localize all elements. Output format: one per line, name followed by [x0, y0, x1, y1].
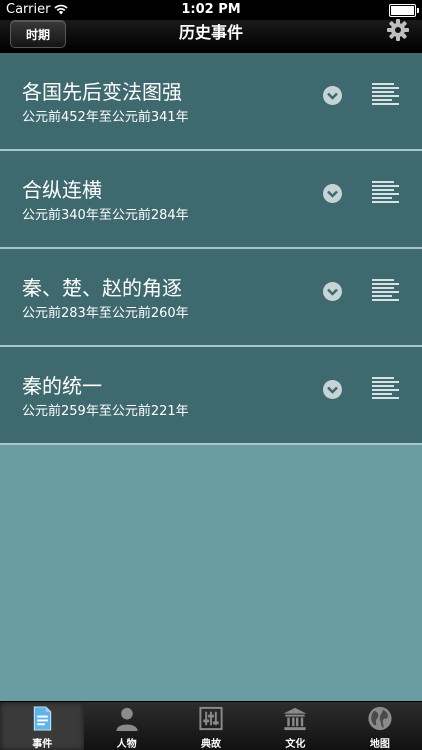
detail-lines-icon[interactable]: [372, 83, 399, 105]
gear-icon[interactable]: [386, 18, 410, 42]
chevron-down-icon[interactable]: [323, 380, 342, 399]
event-date: 公元前283年至公元前260年: [22, 306, 189, 321]
globe-icon: [368, 706, 392, 731]
chevron-down-icon[interactable]: [323, 282, 342, 301]
chevron-down-icon[interactable]: [323, 86, 342, 105]
event-title: 秦的统一: [22, 374, 102, 398]
temple-icon: [283, 707, 307, 731]
tab-allusions[interactable]: 典故: [169, 702, 253, 750]
tab-label: 文化: [285, 739, 306, 750]
tab-events[interactable]: 事件: [0, 702, 85, 750]
tab-label: 人物: [116, 739, 137, 750]
equalizer-icon: [199, 706, 223, 731]
event-title: 合纵连横: [22, 178, 102, 202]
chevron-down-icon[interactable]: [323, 184, 342, 203]
document-icon: [34, 706, 52, 731]
navigation-bar: 时期 历史事件: [0, 18, 422, 53]
clock: 1:02 PM: [181, 2, 241, 17]
tab-label: 事件: [32, 739, 53, 750]
event-date: 公元前340年至公元前284年: [22, 208, 189, 223]
detail-lines-icon[interactable]: [372, 377, 399, 399]
tab-map[interactable]: 地图: [338, 702, 422, 750]
event-title: 各国先后变法图强: [22, 80, 182, 104]
event-title: 秦、楚、赵的角逐: [22, 276, 182, 300]
battery-icon: [389, 4, 419, 17]
event-date: 公元前259年至公元前221年: [22, 404, 189, 419]
detail-lines-icon[interactable]: [372, 181, 399, 203]
tab-bar: 事件 人物 典故 文化 地图: [0, 701, 422, 750]
event-row[interactable]: 合纵连横 公元前340年至公元前284年: [0, 151, 422, 249]
tab-culture[interactable]: 文化: [253, 702, 337, 750]
event-row[interactable]: 秦、楚、赵的角逐 公元前283年至公元前260年: [0, 249, 422, 347]
event-row[interactable]: 各国先后变法图强 公元前452年至公元前341年: [0, 53, 422, 151]
page-title: 历史事件: [178, 23, 243, 42]
tab-people[interactable]: 人物: [84, 702, 168, 750]
status-bar: Carrier 1:02 PM: [0, 0, 422, 20]
tab-label: 地图: [369, 739, 390, 750]
event-date: 公元前452年至公元前341年: [22, 110, 189, 125]
person-icon: [116, 707, 138, 732]
event-row[interactable]: 秦的统一 公元前259年至公元前221年: [0, 347, 422, 445]
event-list: 各国先后变法图强 公元前452年至公元前341年 合纵连横 公元前340年至公元…: [0, 53, 422, 445]
detail-lines-icon[interactable]: [372, 279, 399, 301]
tab-label: 典故: [201, 739, 222, 750]
